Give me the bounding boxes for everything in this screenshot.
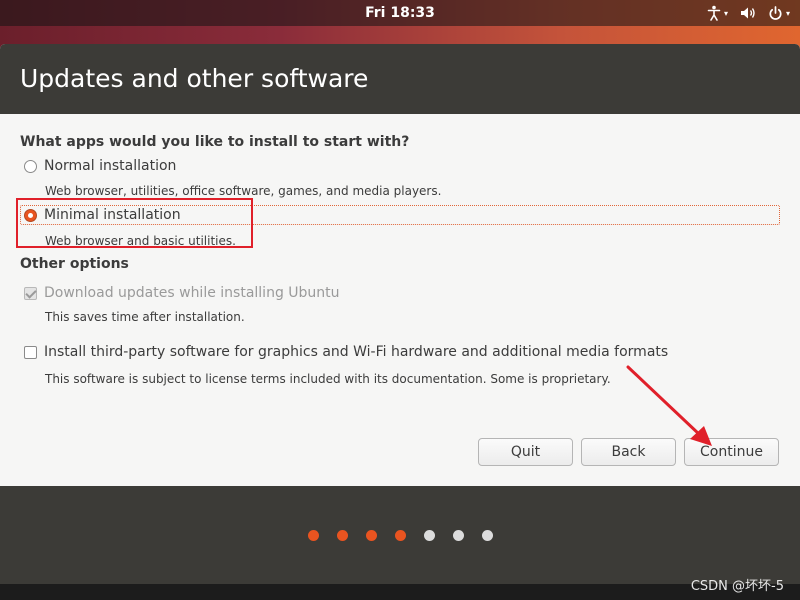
- bottom-edge: [0, 584, 800, 600]
- chevron-down-icon: ▾: [785, 8, 790, 18]
- progress-step-dot: [481, 530, 493, 541]
- progress-step-dot: [394, 530, 406, 541]
- third-party-option[interactable]: Install third-party software for graphic…: [24, 344, 668, 360]
- window-header: Updates and other software: [0, 44, 800, 114]
- normal-installation-radio[interactable]: [24, 159, 37, 173]
- progress-step-dot: [452, 530, 464, 541]
- progress-step-dot: [336, 530, 348, 541]
- normal-installation-label: Normal installation: [44, 158, 177, 174]
- apps-section-title: What apps would you like to install to s…: [20, 134, 410, 150]
- accessibility-icon: [707, 5, 721, 21]
- download-updates-option[interactable]: Download updates while installing Ubuntu: [24, 285, 340, 301]
- third-party-description: This software is subject to license term…: [45, 372, 611, 386]
- accessibility-menu[interactable]: ▾: [707, 5, 728, 21]
- quit-button[interactable]: Quit: [478, 438, 573, 466]
- volume-icon: [740, 7, 755, 19]
- annotation-highlight-box: [16, 198, 253, 248]
- back-button[interactable]: Back: [581, 438, 676, 466]
- volume-menu[interactable]: [740, 6, 756, 20]
- progress-dots: [0, 530, 800, 541]
- download-updates-description: This saves time after installation.: [45, 310, 245, 324]
- normal-installation-option[interactable]: Normal installation: [24, 158, 176, 174]
- other-options-title: Other options: [20, 256, 129, 272]
- power-icon: [769, 5, 782, 20]
- normal-installation-description: Web browser, utilities, office software,…: [45, 184, 442, 198]
- power-menu[interactable]: ▾: [768, 5, 790, 21]
- top-panel: Fri 18:33 ▾ ▾: [0, 0, 800, 26]
- progress-step-dot: [307, 530, 319, 541]
- download-updates-checkbox[interactable]: [24, 286, 37, 300]
- chevron-down-icon: ▾: [723, 8, 728, 18]
- clock[interactable]: Fri 18:33: [0, 5, 800, 21]
- progress-step-dot: [365, 530, 377, 541]
- continue-button[interactable]: Continue: [684, 438, 779, 466]
- watermark: CSDN @坏坏-5: [690, 579, 784, 594]
- third-party-label: Install third-party software for graphic…: [44, 344, 669, 360]
- page-title: Updates and other software: [20, 64, 369, 93]
- download-updates-label: Download updates while installing Ubuntu: [44, 285, 340, 301]
- system-tray[interactable]: ▾ ▾: [707, 3, 790, 23]
- progress-bar-area: [0, 486, 800, 584]
- installer-window: Updates and other software What apps wou…: [0, 44, 800, 486]
- third-party-checkbox[interactable]: [24, 345, 37, 359]
- progress-step-dot: [423, 530, 435, 541]
- installer-content: What apps would you like to install to s…: [0, 114, 800, 486]
